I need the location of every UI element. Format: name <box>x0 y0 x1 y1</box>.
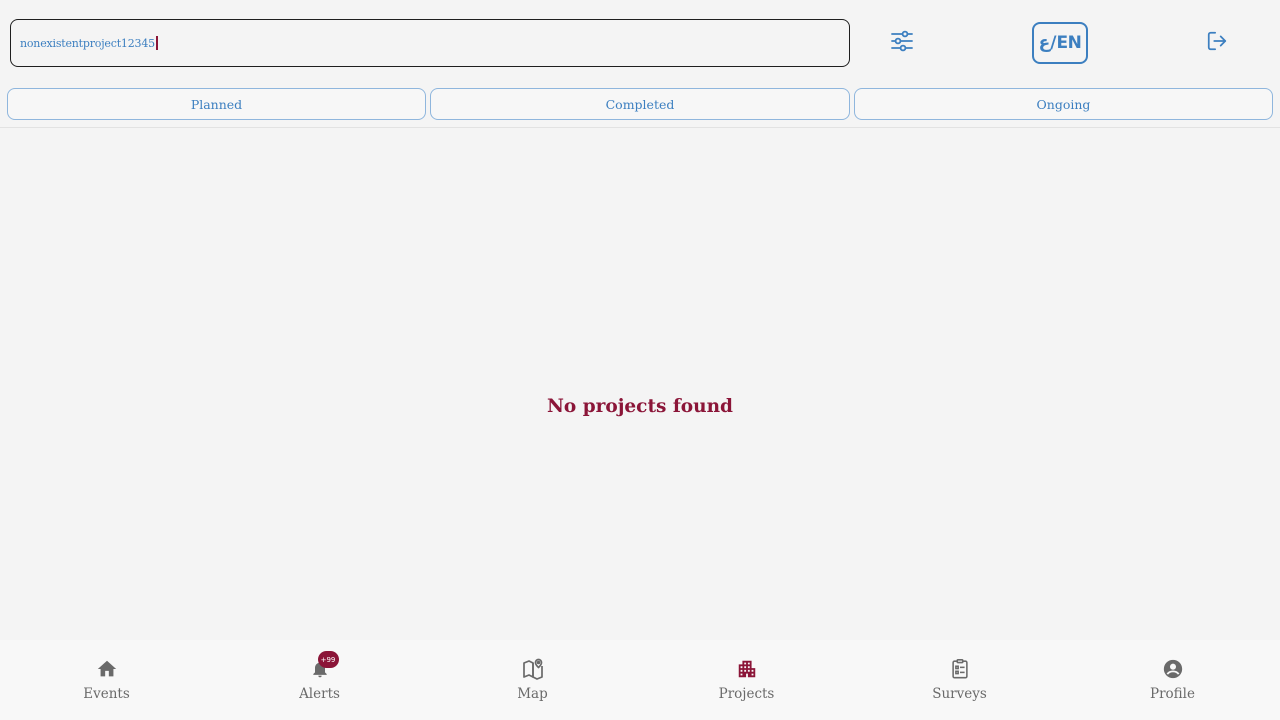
nav-label-map: Map <box>517 686 548 702</box>
tab-completed[interactable]: Completed <box>430 88 850 120</box>
tune-sliders-icon <box>890 29 914 57</box>
nav-item-alerts[interactable]: +99 Alerts <box>213 640 426 720</box>
bottom-navigation: Events +99 Alerts Map Projects Surveys P… <box>0 640 1280 720</box>
bell-icon: +99 <box>308 651 339 681</box>
filter-button[interactable] <box>880 25 924 61</box>
top-bar: nonexistentproject12345 ع/EN <box>0 0 1280 86</box>
nav-item-projects[interactable]: Projects <box>640 640 853 720</box>
logout-icon <box>1206 30 1228 56</box>
home-icon <box>95 657 119 681</box>
nav-label-projects: Projects <box>718 686 775 702</box>
nav-item-surveys[interactable]: Surveys <box>853 640 1066 720</box>
nav-label-alerts: Alerts <box>299 686 340 702</box>
nav-item-profile[interactable]: Profile <box>1066 640 1279 720</box>
nav-item-map[interactable]: Map <box>426 640 639 720</box>
search-input-value: nonexistentproject12345 <box>20 36 155 50</box>
tab-ongoing[interactable]: Ongoing <box>854 88 1273 120</box>
logout-button[interactable] <box>1196 25 1238 61</box>
account-circle-icon <box>1161 657 1185 681</box>
building-icon <box>735 657 759 681</box>
map-icon <box>521 657 545 681</box>
clipboard-icon <box>948 657 972 681</box>
nav-label-events: Events <box>83 686 130 702</box>
nav-item-events[interactable]: Events <box>0 640 213 720</box>
empty-state-message: No projects found <box>547 396 733 417</box>
nav-label-profile: Profile <box>1150 686 1195 702</box>
language-toggle-button[interactable]: ع/EN <box>1032 22 1088 64</box>
alerts-count-badge: +99 <box>317 651 339 668</box>
text-caret <box>155 36 158 50</box>
tab-planned[interactable]: Planned <box>7 88 426 120</box>
status-tabs: Planned Completed Ongoing <box>0 88 1280 128</box>
search-input[interactable]: nonexistentproject12345 <box>10 19 850 67</box>
nav-label-surveys: Surveys <box>932 686 987 702</box>
